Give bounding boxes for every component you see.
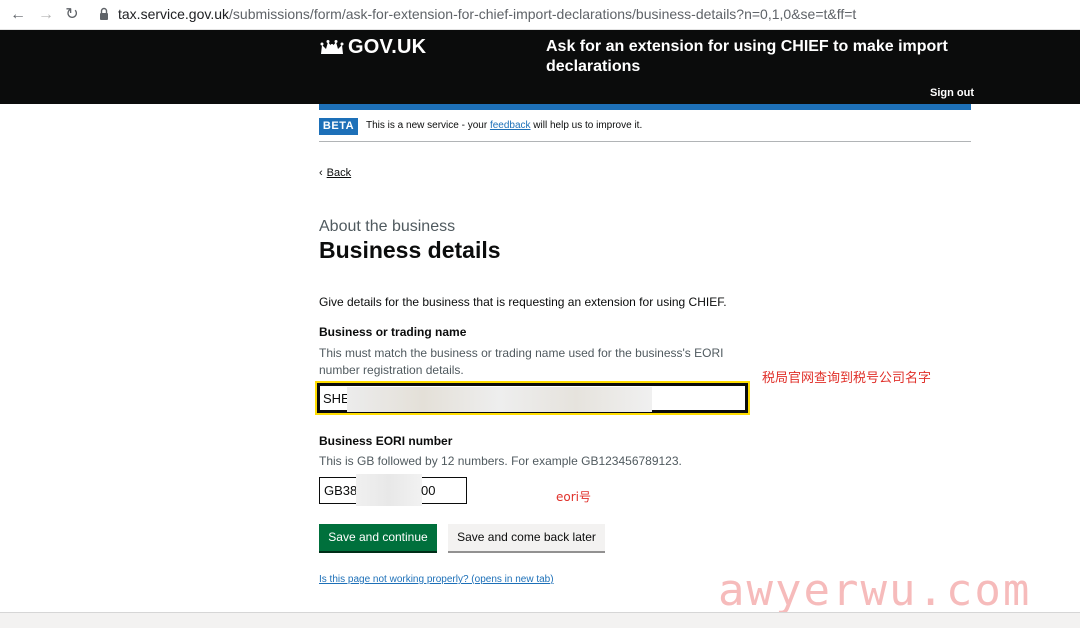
- phase-banner: BETA This is a new service - your feedba…: [319, 118, 971, 142]
- lock-icon[interactable]: [99, 7, 109, 21]
- trading-name-label: Business or trading name: [319, 325, 467, 339]
- redaction-blur: [356, 474, 422, 506]
- footer-strip: [0, 612, 1080, 628]
- save-and-come-back-later-button[interactable]: Save and come back later: [448, 524, 605, 551]
- page-not-working-link[interactable]: Is this page not working properly? (open…: [319, 574, 554, 585]
- chevron-left-icon: ‹: [319, 167, 323, 179]
- sign-out-link[interactable]: Sign out: [930, 87, 974, 99]
- phase-text-after: will help us to improve it.: [530, 120, 643, 131]
- crown-icon: [320, 40, 344, 54]
- phase-banner-text: This is a new service - your feedback wi…: [366, 120, 642, 131]
- service-name[interactable]: Ask for an extension for using CHIEF to …: [546, 37, 976, 77]
- browser-forward-icon[interactable]: →: [36, 5, 56, 25]
- browser-toolbar: ← → ↻ tax.service.gov.uk/submissions/for…: [0, 0, 1080, 30]
- browser-back-icon[interactable]: ←: [8, 5, 28, 25]
- address-bar[interactable]: tax.service.gov.uk/submissions/form/ask-…: [118, 6, 856, 22]
- page-intro: Give details for the business that is re…: [319, 295, 727, 309]
- beta-tag: BETA: [319, 118, 358, 135]
- url-path: /submissions/form/ask-for-extension-for-…: [229, 6, 857, 22]
- govuk-header: GOV.UK Ask for an extension for using CH…: [0, 30, 1080, 104]
- eori-input[interactable]: GB38 00: [319, 474, 467, 506]
- page-caption: About the business: [319, 218, 456, 235]
- page-title: Business details: [319, 237, 501, 263]
- eori-hint: This is GB followed by 12 numbers. For e…: [319, 454, 682, 468]
- header-blue-bar: [319, 104, 971, 110]
- redaction-blur: [347, 387, 652, 412]
- browser-reload-icon[interactable]: ↻: [62, 5, 82, 25]
- trading-name-input[interactable]: SHE: [315, 381, 750, 415]
- eori-label: Business EORI number: [319, 434, 453, 448]
- trading-name-hint: This must match the business or trading …: [319, 346, 724, 377]
- url-host: tax.service.gov.uk: [118, 6, 230, 22]
- watermark: awyerwu.com: [718, 565, 1032, 616]
- back-link[interactable]: ‹ Back: [319, 167, 351, 179]
- trading-name-value: SHE: [323, 391, 350, 406]
- govuk-logo[interactable]: GOV.UK: [348, 36, 426, 59]
- phase-text-before: This is a new service - your: [366, 120, 490, 131]
- feedback-link[interactable]: feedback: [490, 120, 531, 131]
- trading-name-annotation: 税局官网查询到税号公司名字: [762, 371, 932, 386]
- eori-value-start: GB38: [324, 483, 358, 498]
- save-and-continue-button[interactable]: Save and continue: [319, 524, 437, 551]
- back-link-label: Back: [326, 167, 352, 179]
- eori-value-end: 00: [421, 483, 436, 498]
- eori-annotation: eori号: [556, 490, 591, 504]
